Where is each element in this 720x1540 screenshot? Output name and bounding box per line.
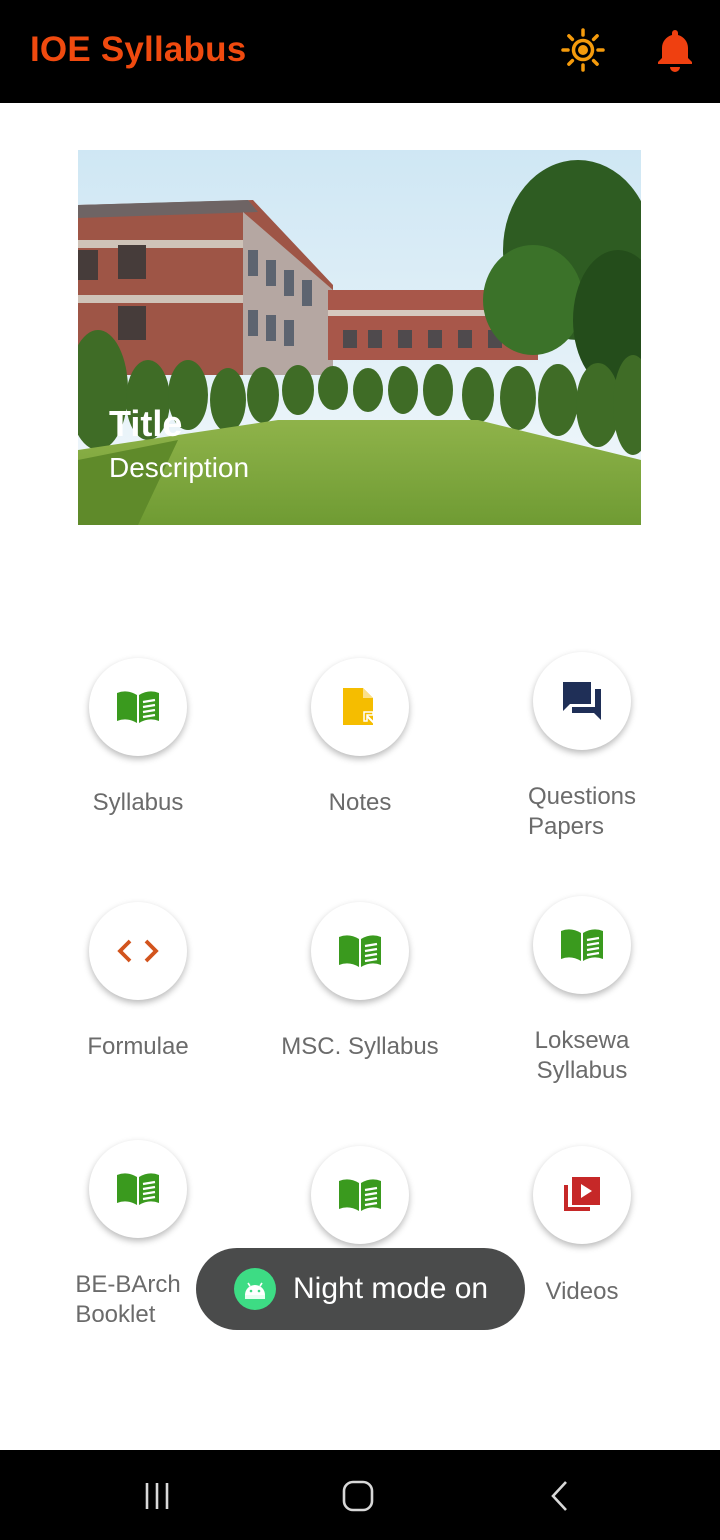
system-navigation-bar xyxy=(0,1450,720,1540)
book-icon xyxy=(339,1179,381,1211)
forum-icon xyxy=(563,682,601,720)
videos-icon-circle xyxy=(533,1146,631,1244)
questions-icon-circle xyxy=(533,652,631,750)
loksewa-icon-circle xyxy=(533,896,631,994)
menu-item-label: Notes xyxy=(328,789,392,816)
menu-item-label: Syllabus xyxy=(92,789,184,816)
app-title: IOE Syllabus xyxy=(30,30,247,69)
home-button[interactable] xyxy=(334,1472,382,1520)
formulae-icon-circle xyxy=(89,902,187,1000)
notes-icon-circle xyxy=(311,658,409,756)
video-library-icon xyxy=(564,1177,600,1211)
book-icon xyxy=(117,1173,159,1205)
app-bar: IOE Syllabus xyxy=(0,0,720,103)
back-button[interactable] xyxy=(536,1472,584,1520)
document-icon xyxy=(343,688,377,726)
book-icon xyxy=(117,691,159,723)
theme-toggle-button[interactable] xyxy=(557,24,609,76)
book-icon xyxy=(561,929,603,961)
menu-item-notes[interactable]: Notes xyxy=(249,658,471,818)
menu-item-loksewa-syllabus[interactable]: Loksewa Syllabus xyxy=(471,896,693,1086)
recents-button[interactable] xyxy=(133,1472,181,1520)
toast-notification: Night mode on xyxy=(196,1248,525,1330)
android-icon xyxy=(234,1268,276,1310)
msc-icon-circle xyxy=(311,902,409,1000)
booklet-icon-circle xyxy=(89,1140,187,1238)
menu-item-label: Questions Papers xyxy=(527,783,637,840)
banner-title: Title xyxy=(109,403,183,444)
code-icon xyxy=(117,939,159,963)
notifications-button[interactable] xyxy=(649,24,701,76)
menu-item-label: Loksewa Syllabus xyxy=(534,1027,630,1084)
recents-icon xyxy=(145,1483,169,1509)
banner-slider[interactable]: Title Description xyxy=(78,150,641,525)
toast-message: Night mode on xyxy=(293,1272,489,1305)
menu-item-msc-syllabus[interactable]: MSC. Syllabus xyxy=(249,902,471,1062)
menu-item-syllabus[interactable]: Syllabus xyxy=(27,658,249,818)
menu-item-label: BE-BArch Booklet xyxy=(75,1271,181,1328)
book-icon xyxy=(339,935,381,967)
menu-item-label: Videos xyxy=(545,1278,619,1305)
menu-item-label: Formulae xyxy=(87,1033,189,1060)
back-icon xyxy=(551,1481,567,1511)
menu-item-label: MSC. Syllabus xyxy=(281,1033,439,1060)
sun-icon xyxy=(561,28,605,72)
banner-description: Description xyxy=(109,452,250,483)
bell-icon xyxy=(658,30,692,72)
syllabus-icon-circle xyxy=(89,658,187,756)
menu-item-formulae[interactable]: Formulae xyxy=(27,902,249,1062)
menu-item-questions-papers[interactable]: Questions Papers xyxy=(471,652,693,842)
hidden-item-icon-circle xyxy=(311,1146,409,1244)
home-icon xyxy=(342,1480,374,1512)
